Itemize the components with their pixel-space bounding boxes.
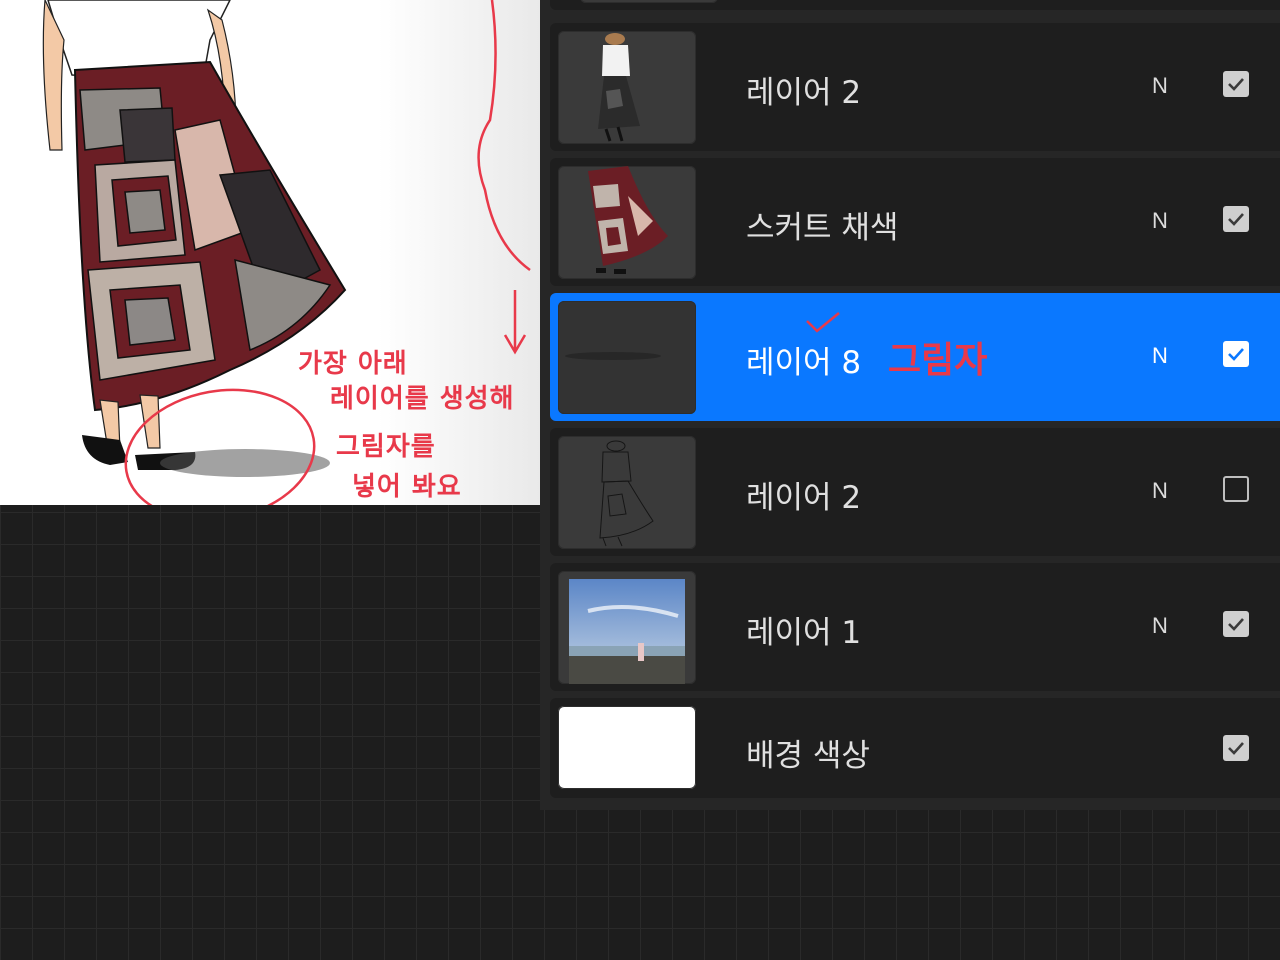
check-icon <box>1228 213 1244 226</box>
visibility-checkbox[interactable] <box>1223 341 1249 367</box>
skirt-color-thumbnail <box>558 166 696 279</box>
check-icon <box>1228 618 1244 631</box>
photo-thumbnail <box>558 571 696 684</box>
shadow-thumbnail <box>558 301 696 414</box>
visibility-checkbox[interactable] <box>1223 71 1249 97</box>
check-icon <box>1228 78 1244 91</box>
visibility-checkbox[interactable] <box>1223 735 1249 761</box>
visibility-checkbox[interactable] <box>1223 476 1249 502</box>
layer-name: 레이어 8 <box>746 345 862 381</box>
layer-row[interactable]: 레이어 2 N <box>550 428 1280 556</box>
layer-name: 레이어 1 <box>746 615 862 651</box>
blend-mode-button[interactable]: N <box>1152 208 1168 234</box>
annotation-line-1: 가장 아래 <box>298 349 408 379</box>
layer-row-selected[interactable]: 레이어 8 그림자 N <box>550 293 1280 421</box>
layer-row[interactable]: 스커트 채색 N <box>550 158 1280 286</box>
layer-name: 레이어 2 <box>746 480 862 516</box>
drawing-canvas[interactable]: 가장 아래 레이어를 생성해 그림자를 넣어 봐요 <box>0 0 540 505</box>
annotation-line-4: 넣어 봐요 <box>352 472 462 502</box>
annotation-line-2: 레이어를 생성해 <box>330 384 515 414</box>
layer-thumbnail <box>580 0 718 3</box>
background-color-row[interactable]: 배경 색상 <box>550 698 1280 798</box>
blend-mode-button[interactable]: N <box>1152 343 1168 369</box>
blend-mode-button[interactable]: N <box>1152 478 1168 504</box>
line-sketch-thumbnail <box>558 436 696 549</box>
skirt-illustration <box>42 0 531 505</box>
layer-name: 레이어 2 <box>746 75 862 111</box>
annotation-line-3: 그림자를 <box>336 432 436 462</box>
blend-mode-button[interactable]: N <box>1152 613 1168 639</box>
visibility-checkbox[interactable] <box>1223 611 1249 637</box>
check-icon <box>1228 348 1244 361</box>
layers-panel: 레이어 2 N 스커트 채색 N 레이어 8 그림자 N 레이어 2 N 레이어… <box>540 0 1280 810</box>
check-icon <box>1228 742 1244 755</box>
red-check-mark-icon <box>806 312 840 333</box>
visibility-checkbox[interactable] <box>1223 206 1249 232</box>
shadow-annotation: 그림자 <box>888 340 988 381</box>
layer-row-partial[interactable] <box>550 0 1280 10</box>
layer-name: 스커트 채색 <box>746 210 899 246</box>
layer-row[interactable]: 레이어 2 N <box>550 23 1280 151</box>
layer-name: 배경 색상 <box>746 738 870 774</box>
figure-color-thumbnail <box>558 31 696 144</box>
white-background-thumbnail[interactable] <box>558 706 696 789</box>
blend-mode-button[interactable]: N <box>1152 73 1168 99</box>
layer-row[interactable]: 레이어 1 N <box>550 563 1280 691</box>
